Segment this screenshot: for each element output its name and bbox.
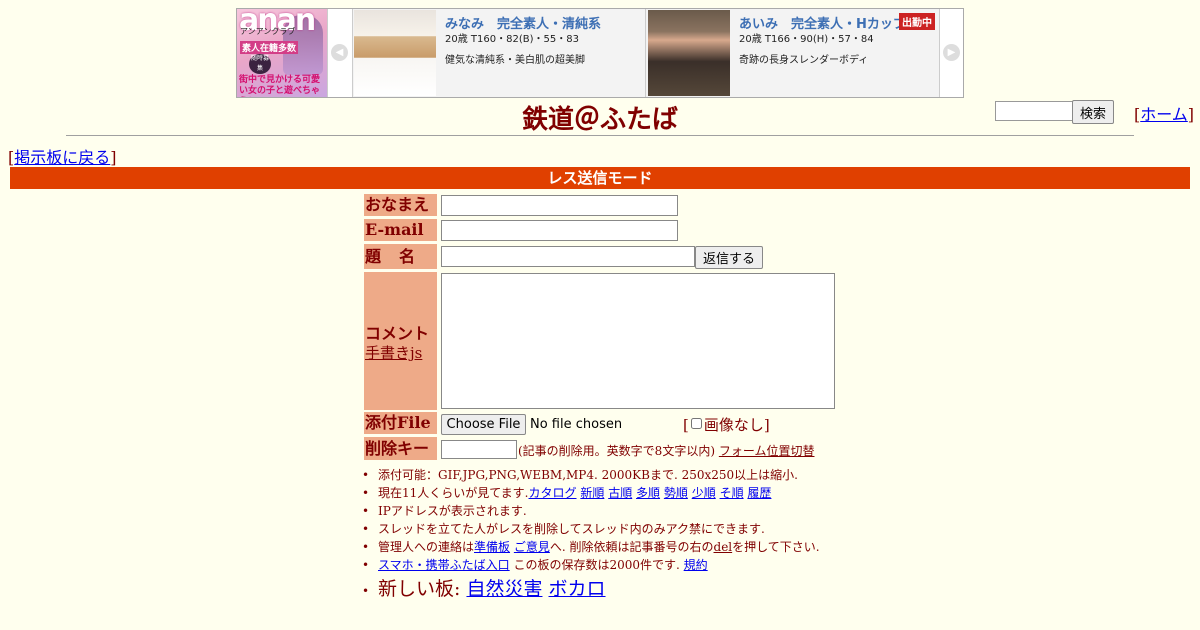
- notes-list: 添付可能：GIF,JPG,PNG,WEBM,MP4. 2000KBまで. 250…: [362, 466, 922, 604]
- file-status: No file chosen: [530, 417, 623, 432]
- file-label: 添付File: [364, 412, 437, 434]
- choose-file-button[interactable]: Choose File: [441, 414, 526, 435]
- email-field[interactable]: [441, 220, 678, 241]
- delete-key-field[interactable]: [441, 440, 517, 459]
- title-divider: [66, 135, 1134, 136]
- ad-logo[interactable]: anan アンアンクラブ 素人在籍多数 随時募集 街中で見かける可愛い女の子と遊…: [237, 9, 328, 97]
- sort-many-link[interactable]: 多順: [636, 486, 660, 500]
- no-image-checkbox[interactable]: [690, 418, 702, 429]
- delete-key-note-wrap: (記事の削除用。英数字で8文字以内) フォーム位置切替: [518, 442, 814, 459]
- subject-label: 題名: [364, 244, 437, 269]
- ad-next-button[interactable]: ▶: [939, 9, 963, 97]
- sort-few-link[interactable]: 少順: [692, 486, 716, 500]
- ad-card[interactable]: みなみ 完全素人・清純系 20歳 T160・82(B)・55・83 健気な清純系…: [353, 9, 646, 97]
- ad-banner[interactable]: anan アンアンクラブ 素人在籍多数 随時募集 街中で見かける可愛い女の子と遊…: [236, 8, 964, 98]
- sort-old-link[interactable]: 古順: [608, 486, 632, 500]
- delete-key-label: 削除キー: [364, 437, 437, 460]
- mode-bar: レス送信モード: [10, 167, 1190, 189]
- ad-card-photo: [648, 10, 730, 96]
- home-link[interactable]: ホーム: [1140, 105, 1188, 124]
- contact-suffix-2: を押して下さい.: [732, 540, 820, 554]
- form-position-link[interactable]: フォーム位置切替: [719, 444, 815, 458]
- list-item: 添付可能：GIF,JPG,PNG,WEBM,MP4. 2000KBまで. 250…: [362, 466, 922, 484]
- sort-so-link[interactable]: そ順: [720, 486, 744, 500]
- mobile-entry-link[interactable]: スマホ・携帯ふたば入口: [378, 558, 510, 572]
- ad-card-photo: [354, 10, 436, 96]
- contact-suffix: へ. 削除依頼は記事番号の右の: [549, 540, 714, 554]
- thread-owner-note: スレッドを立てた人がレスを削除してスレッド内のみアク禁にできます.: [378, 522, 765, 536]
- subject-field[interactable]: [441, 246, 695, 267]
- delete-key-note: (記事の削除用。英数字で8文字以内): [518, 444, 715, 458]
- home-link-wrap: [ホーム]: [1134, 105, 1195, 124]
- no-image-label: 画像なし: [703, 416, 764, 434]
- ad-card-desc: 健気な清純系・美白肌の超美脚: [445, 55, 585, 66]
- list-item: IPアドレスが表示されます.: [362, 502, 922, 520]
- ad-card-status-badge: 出勤中: [899, 13, 935, 30]
- name-field[interactable]: [441, 195, 678, 216]
- back-link-wrap: [掲示板に戻る]: [8, 148, 117, 167]
- ad-card-stats: 20歳 T160・82(B)・55・83: [445, 34, 579, 45]
- chevron-left-icon: ◀: [331, 44, 348, 61]
- sort-new-link[interactable]: 新順: [580, 486, 604, 500]
- feedback-link[interactable]: ご意見: [514, 540, 550, 554]
- reply-button[interactable]: 返信する: [695, 246, 763, 269]
- comment-label-cell: コメント 手書きjs: [364, 272, 437, 410]
- list-item: スマホ・携帯ふたば入口 この板の保存数は2000件です. 規約: [362, 556, 922, 574]
- search-input[interactable]: [995, 101, 1077, 121]
- ip-note: IPアドレスが表示されます.: [378, 504, 527, 518]
- rules-link[interactable]: 規約: [684, 558, 708, 572]
- ad-logo-tagline: 街中で見かける可愛い女の子と遊べちゃう！: [239, 75, 321, 96]
- ad-card-desc: 奇跡の長身スレンダーボディ: [739, 55, 869, 66]
- back-to-board-link[interactable]: 掲示板に戻る: [14, 148, 110, 167]
- list-item: 現在11人くらいが見てます.カタログ 新順 古順 多順 勢順 少順 そ順 履歴: [362, 484, 922, 502]
- history-link[interactable]: 履歴: [747, 486, 771, 500]
- ad-card[interactable]: あいみ 完全素人・Hカップ 出勤中 20歳 T166・90(H)・57・84 奇…: [647, 9, 940, 97]
- list-item: スレッドを立てた人がレスを削除してスレッド内のみアク禁にできます.: [362, 520, 922, 538]
- attach-note: 添付可能：GIF,JPG,PNG,WEBM,MP4. 2000KBまで. 250…: [378, 468, 798, 482]
- comment-textarea[interactable]: [441, 273, 835, 409]
- viewer-count: 現在11人くらいが見てます.: [378, 486, 529, 500]
- ad-logo-bubble: 随時募集: [249, 54, 271, 74]
- search-button[interactable]: 検索: [1072, 100, 1114, 124]
- new-board-link-disaster[interactable]: 自然災害: [466, 578, 542, 600]
- ad-prev-button[interactable]: ◀: [328, 9, 353, 97]
- list-item: 管理人への連絡は準備板 ご意見へ. 削除依頼は記事番号の右のdelを押して下さい…: [362, 538, 922, 556]
- sort-momentum-link[interactable]: 勢順: [664, 486, 688, 500]
- del-text: del: [713, 540, 733, 554]
- email-label: E-mail: [364, 219, 437, 241]
- contact-prefix: 管理人への連絡は: [378, 540, 475, 554]
- new-boards-label: 新しい板:: [378, 578, 461, 600]
- handwriting-link[interactable]: 手書きjs: [365, 342, 422, 363]
- prep-board-link[interactable]: 準備板: [474, 540, 510, 554]
- name-label: おなまえ: [364, 194, 437, 216]
- ad-logo-sub: アンアンクラブ: [240, 27, 296, 36]
- chevron-right-icon: ▶: [943, 44, 960, 61]
- new-board-link-vocaloid[interactable]: ボカロ: [549, 578, 606, 600]
- catalog-link[interactable]: カタログ: [529, 486, 577, 500]
- ad-logo-mid: 素人在籍多数: [240, 41, 299, 54]
- comment-label: コメント: [365, 324, 430, 343]
- list-item: 新しい板: 自然災害 ボカロ: [362, 576, 922, 604]
- no-image-option: [画像なし]: [683, 416, 770, 434]
- storage-note: この板の保存数は2000件です.: [509, 558, 680, 572]
- ad-card-stats: 20歳 T166・90(H)・57・84: [739, 34, 874, 45]
